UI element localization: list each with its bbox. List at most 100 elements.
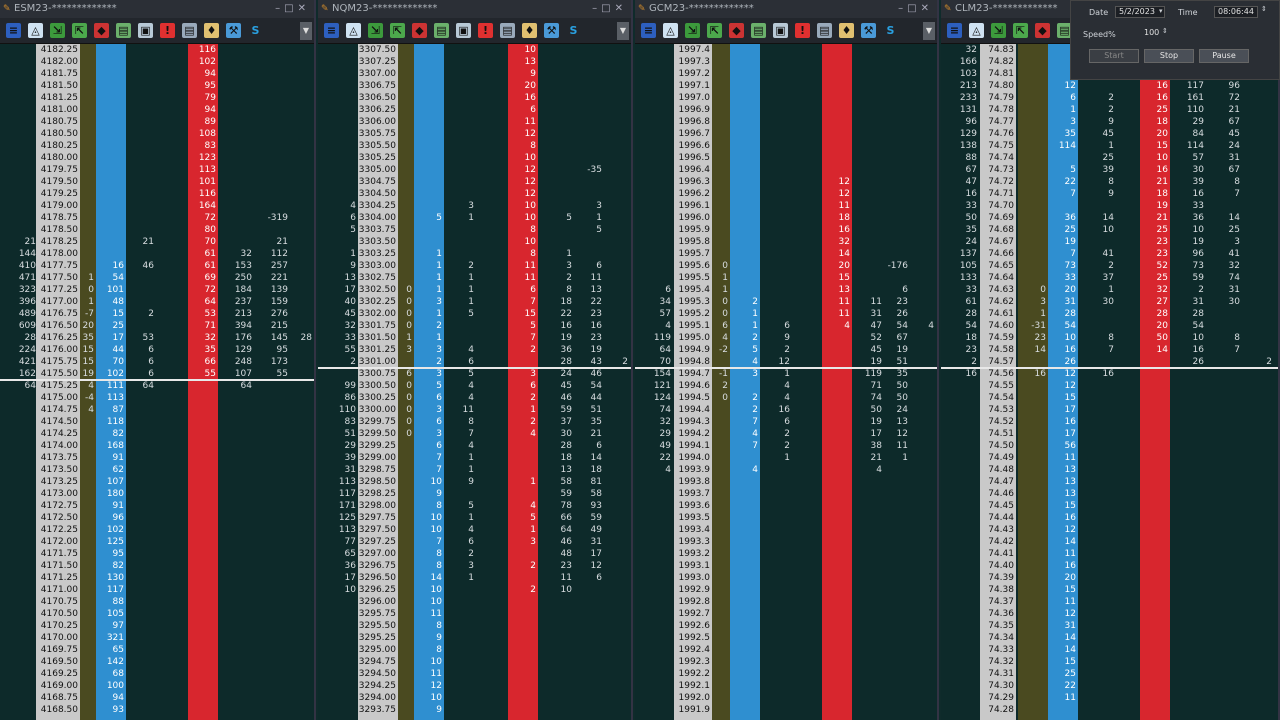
price-cell[interactable]: 3305.00 <box>358 164 398 175</box>
ask-cell[interactable] <box>822 140 852 151</box>
wrench-icon[interactable]: ⚒ <box>544 23 559 38</box>
bid-cell[interactable] <box>730 476 760 487</box>
bid-cell[interactable] <box>96 128 126 139</box>
ask-cell[interactable]: 15 <box>822 272 852 283</box>
list-icon[interactable]: ≡ <box>6 23 21 38</box>
bid-cell[interactable]: 7 <box>414 452 444 463</box>
ask-cell[interactable]: 13 <box>822 284 852 295</box>
ask-cell[interactable]: 53 <box>188 308 218 319</box>
price-cell[interactable]: 4176.75 <box>36 308 80 319</box>
ask-cell[interactable] <box>822 644 852 655</box>
ask-cell[interactable]: 12 <box>508 164 538 175</box>
bid-cell[interactable]: 9 <box>414 488 444 499</box>
bid-cell[interactable]: 14 <box>1048 644 1078 655</box>
bid-cell[interactable]: 11 <box>1048 548 1078 559</box>
ask-cell[interactable]: 8 <box>508 140 538 151</box>
bid-cell[interactable] <box>730 140 760 151</box>
price-cell[interactable]: 4171.75 <box>36 548 80 559</box>
bid-cell[interactable]: 20 <box>1048 284 1078 295</box>
ask-cell[interactable] <box>188 416 218 427</box>
bid-cell[interactable]: 26 <box>1048 356 1078 367</box>
price-cell[interactable]: 1995.7 <box>674 248 712 259</box>
bid-cell[interactable]: 25 <box>96 320 126 331</box>
ask-cell[interactable] <box>1140 452 1170 463</box>
bid-cell[interactable]: 4 <box>730 464 760 475</box>
tooth-icon[interactable]: ◬ <box>28 23 43 38</box>
ask-cell[interactable] <box>822 380 852 391</box>
ask-cell[interactable]: 61 <box>188 248 218 259</box>
ask-cell[interactable]: 16 <box>508 92 538 103</box>
ask-cell[interactable]: 20 <box>1140 128 1170 139</box>
price-cell[interactable]: 74.33 <box>980 644 1016 655</box>
price-cell[interactable]: 3298.75 <box>358 464 398 475</box>
price-cell[interactable]: 3299.75 <box>358 416 398 427</box>
price-cell[interactable]: 74.46 <box>980 488 1016 499</box>
bid-cell[interactable]: 6 <box>414 392 444 403</box>
bid-cell[interactable] <box>1048 200 1078 211</box>
s-icon[interactable]: S <box>883 23 898 38</box>
price-cell[interactable]: 74.78 <box>980 104 1016 115</box>
ask-cell[interactable] <box>188 476 218 487</box>
ask-cell[interactable]: 27 <box>1140 296 1170 307</box>
ask-cell[interactable]: 11 <box>508 260 538 271</box>
spinner-icon[interactable]: ⇕ <box>1261 5 1267 13</box>
price-cell[interactable]: 74.66 <box>980 248 1016 259</box>
bid-cell[interactable]: 2 <box>730 332 760 343</box>
bid-cell[interactable]: 48 <box>96 296 126 307</box>
window-controls[interactable]: –□✕ <box>898 0 933 18</box>
price-cell[interactable]: 3295.75 <box>358 608 398 619</box>
bid-cell[interactable]: 2 <box>730 296 760 307</box>
price-cell[interactable]: 1994.7 <box>674 368 712 379</box>
price-cell[interactable]: 3298.25 <box>358 488 398 499</box>
ask-cell[interactable] <box>1140 572 1170 583</box>
bid-cell[interactable]: 10 <box>1048 332 1078 343</box>
ask-cell[interactable]: 89 <box>188 116 218 127</box>
ask-cell[interactable] <box>1140 656 1170 667</box>
price-cell[interactable]: 3306.50 <box>358 92 398 103</box>
price-cell[interactable]: 4179.00 <box>36 200 80 211</box>
ask-cell[interactable]: 2 <box>508 344 538 355</box>
ask-cell[interactable] <box>822 116 852 127</box>
bid-cell[interactable]: 31 <box>1048 620 1078 631</box>
ask-cell[interactable] <box>188 632 218 643</box>
bid-cell[interactable] <box>96 188 126 199</box>
doc-icon[interactable]: ▤ <box>817 23 832 38</box>
bid-cell[interactable]: 8 <box>414 620 444 631</box>
bid-cell[interactable]: 16 <box>1048 416 1078 427</box>
bid-cell[interactable]: 105 <box>96 608 126 619</box>
price-cell[interactable]: 74.79 <box>980 92 1016 103</box>
ask-cell[interactable]: 1 <box>508 524 538 535</box>
price-cell[interactable]: 1993.7 <box>674 488 712 499</box>
ask-cell[interactable] <box>508 704 538 715</box>
ask-cell[interactable] <box>188 428 218 439</box>
ask-cell[interactable] <box>1140 404 1170 415</box>
ask-cell[interactable] <box>188 464 218 475</box>
price-cell[interactable]: 3304.75 <box>358 176 398 187</box>
time-field[interactable]: 08:06:44 <box>1214 6 1258 18</box>
ask-cell[interactable] <box>188 704 218 715</box>
ask-cell[interactable]: 16 <box>1140 92 1170 103</box>
ask-cell[interactable] <box>1140 416 1170 427</box>
ask-cell[interactable] <box>1140 380 1170 391</box>
bid-cell[interactable]: 3 <box>414 368 444 379</box>
ask-cell[interactable]: 32 <box>188 332 218 343</box>
ask-cell[interactable] <box>1140 644 1170 655</box>
ask-cell[interactable]: 95 <box>188 80 218 91</box>
ask-cell[interactable]: 10 <box>508 44 538 55</box>
ask-cell[interactable] <box>188 488 218 499</box>
price-cell[interactable]: 3299.50 <box>358 428 398 439</box>
bid-cell[interactable]: 5 <box>730 344 760 355</box>
ask-cell[interactable]: 50 <box>1140 332 1170 343</box>
import-icon[interactable]: ⇱ <box>707 23 722 38</box>
ask-cell[interactable] <box>822 572 852 583</box>
alert-icon[interactable]: ! <box>795 23 810 38</box>
price-cell[interactable]: 1992.9 <box>674 584 712 595</box>
ask-cell[interactable] <box>822 668 852 679</box>
price-cell[interactable]: 3299.00 <box>358 452 398 463</box>
price-cell[interactable]: 1993.1 <box>674 560 712 571</box>
price-cell[interactable]: 1994.6 <box>674 380 712 391</box>
calc-icon[interactable]: ▤ <box>751 23 766 38</box>
price-cell[interactable]: 74.63 <box>980 284 1016 295</box>
price-cell[interactable]: 1994.8 <box>674 356 712 367</box>
bid-cell[interactable]: 93 <box>96 704 126 715</box>
